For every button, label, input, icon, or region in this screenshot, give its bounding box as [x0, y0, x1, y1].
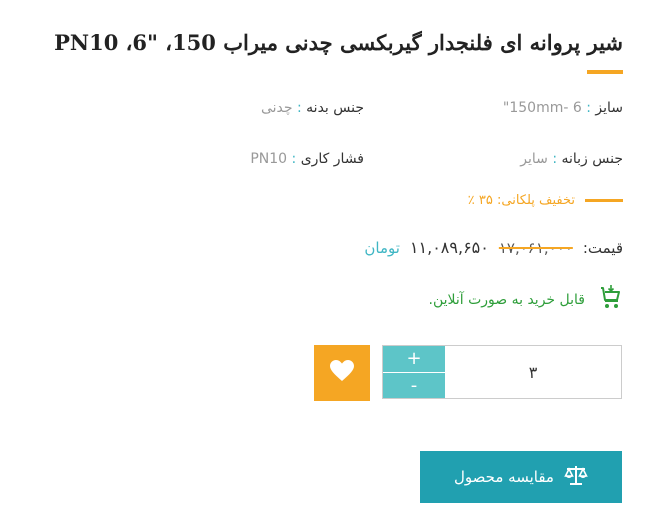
- title-underline: [587, 70, 623, 74]
- quantity-buttons: + -: [383, 346, 445, 398]
- product-title: شیر پروانه ای فلنجدار گیربکسی چدنی میراب…: [54, 30, 623, 55]
- balance-scale-icon: [564, 464, 588, 490]
- price-row: قیمت: ۱۷,۰۶۱,۰۰۰ ۱۱,۰۸۹,۶۵۰ تومان: [364, 238, 623, 257]
- spec-body-value: چدنی: [260, 100, 293, 116]
- quantity-stepper: + - ۳: [382, 345, 622, 399]
- heart-icon: [329, 359, 355, 387]
- spec-size-sep: :: [586, 100, 591, 116]
- spec-pressure: فشار کاری : PN10: [250, 151, 364, 167]
- tiered-discount: تخفیف پلکانی: ۳۵ ٪: [468, 193, 623, 208]
- spec-disc-sep: :: [552, 151, 558, 167]
- spec-pressure-sep: :: [291, 151, 297, 167]
- online-purchase-note: قابل خرید به صورت آنلاین.: [429, 284, 624, 316]
- cart-check-icon: [595, 284, 623, 316]
- new-price: ۱۱,۰۸۹,۶۵۰: [409, 238, 489, 257]
- discount-text: تخفیف پلکانی: ۳۵ ٪: [467, 193, 575, 208]
- spec-disc-label: جنس زبانه: [561, 151, 623, 167]
- spec-body-sep: :: [297, 100, 302, 116]
- spec-size-label: سایز: [595, 100, 623, 116]
- add-to-favorites-button[interactable]: [314, 345, 370, 401]
- quantity-input[interactable]: ۳: [445, 346, 621, 398]
- price-label: قیمت:: [582, 239, 623, 257]
- spec-disc-value: سایر: [520, 151, 548, 167]
- currency: تومان: [364, 239, 400, 257]
- spec-pressure-label: فشار کاری: [300, 151, 364, 167]
- quantity-increase-button[interactable]: +: [383, 346, 445, 372]
- spec-body-material: جنس بدنه : چدنی: [261, 100, 364, 116]
- spec-size: سایز : 150mm- 6": [503, 100, 623, 116]
- quantity-decrease-button[interactable]: -: [383, 371, 445, 398]
- spec-disc-material: جنس زبانه : سایر: [520, 151, 623, 167]
- spec-body-label: جنس بدنه: [306, 100, 364, 116]
- compare-label: مقایسه محصول: [454, 468, 554, 486]
- old-price: ۱۷,۰۶۱,۰۰۰: [498, 239, 573, 257]
- compare-product-button[interactable]: مقایسه محصول: [420, 451, 622, 503]
- spec-pressure-value: PN10: [250, 151, 288, 167]
- discount-bar: [585, 199, 623, 202]
- online-purchase-text: قابل خرید به صورت آنلاین.: [428, 292, 586, 308]
- spec-size-value: 150mm- 6": [502, 100, 582, 116]
